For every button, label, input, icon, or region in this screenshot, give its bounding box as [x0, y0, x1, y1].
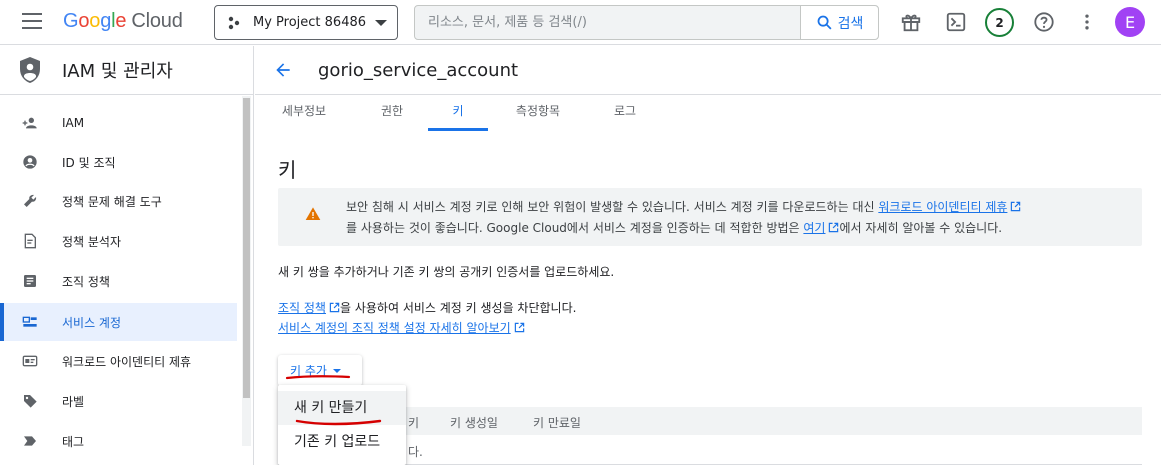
- warning-text: 보안 침해 시 서비스 계정 키로 인해 보안 위험이 발생할 수 있습니다. …: [346, 197, 1136, 239]
- org-policy-link[interactable]: 조직 정책: [278, 301, 326, 315]
- add-key-button[interactable]: 키 추가: [278, 355, 362, 386]
- search-button-label: 검색: [837, 15, 864, 32]
- search-icon: [817, 15, 832, 30]
- page-header: gorio_service_account: [255, 46, 1161, 95]
- external-link-icon: [829, 222, 839, 233]
- logo-letter: g: [100, 10, 112, 32]
- avatar[interactable]: E: [1115, 7, 1145, 37]
- external-link-icon: [1011, 201, 1021, 212]
- person-add-icon: [22, 115, 38, 131]
- logo-suffix: Cloud: [131, 10, 183, 32]
- chevron-down-icon: [375, 19, 387, 26]
- section-title: 키: [278, 158, 297, 182]
- logo-letter: o: [78, 10, 90, 32]
- column-header-key: 키: [408, 416, 420, 430]
- learn-more-link[interactable]: 서비스 계정의 조직 정책 설정 자세히 알아보기: [278, 321, 511, 335]
- shield-icon: [20, 57, 40, 83]
- external-link-icon: [329, 302, 340, 313]
- sidebar: IAM 및 관리자 IAM ID 및 조직 정책 문제 해결 도구 정책 분석자…: [0, 46, 254, 465]
- tag-icon: [22, 433, 38, 449]
- warning-banner: 보안 침해 시 서비스 계정 키로 인해 보안 위험이 발생할 수 있습니다. …: [278, 188, 1142, 246]
- chevron-down-icon: [332, 368, 341, 373]
- tab-keys[interactable]: 키: [428, 95, 488, 131]
- policy-doc-icon: [22, 233, 38, 249]
- policy-line: 조직 정책 을 사용하여 서비스 계정 키 생성을 차단합니다.: [278, 299, 576, 316]
- add-key-menu: 새 키 만들기 기존 키 업로드: [278, 385, 406, 465]
- id-card-icon: [22, 353, 38, 369]
- learn-more-line: 서비스 계정의 조직 정책 설정 자세히 알아보기: [278, 319, 525, 336]
- back-arrow-icon[interactable]: [273, 60, 293, 80]
- search-button[interactable]: 검색: [800, 6, 878, 39]
- sidebar-item-identity-org[interactable]: ID 및 조직: [0, 143, 237, 181]
- google-cloud-logo[interactable]: Google Cloud: [63, 10, 183, 33]
- tab-permissions[interactable]: 권한: [359, 95, 425, 131]
- logo-letter: G: [63, 10, 79, 32]
- logo-letter: e: [115, 10, 127, 32]
- add-key-label: 키 추가: [290, 364, 327, 378]
- search-bar: 검색: [414, 5, 879, 40]
- warning-text-part: 를 사용하는 것이 좋습니다. Google Cloud에서 서비스 계정을 인…: [346, 221, 804, 235]
- list-doc-icon: [22, 273, 38, 289]
- table-empty-row: 다.: [278, 435, 1142, 465]
- help-icon[interactable]: [1032, 10, 1056, 34]
- menu-item-upload-existing-key[interactable]: 기존 키 업로드: [278, 425, 406, 459]
- sidebar-item-tags[interactable]: 태그: [0, 422, 237, 460]
- tab-logs[interactable]: 로그: [595, 95, 655, 131]
- workload-identity-link[interactable]: 워크로드 아이덴티티 제휴: [878, 200, 1007, 214]
- warning-icon: [305, 207, 321, 220]
- intro-text: 새 키 쌍을 추가하거나 기존 키 쌍의 공개키 인증서를 업로드하세요.: [278, 265, 615, 279]
- policy-text: 을 사용하여 서비스 계정 키 생성을 차단합니다.: [339, 301, 577, 315]
- sidebar-item-label: 정책 분석자: [62, 234, 122, 249]
- empty-row-text: 다.: [408, 445, 423, 459]
- logo-letter: o: [89, 10, 101, 32]
- top-bar: GoogleCloud My Project 86486 검색 2 E: [0, 0, 1161, 45]
- tab-details[interactable]: 세부정보: [267, 95, 341, 131]
- sidebar-item-label: 라벨: [62, 394, 85, 409]
- sidebar-item-policy-analyzer[interactable]: 정책 분석자: [0, 222, 237, 260]
- column-header-expires: 키 만료일: [533, 416, 581, 430]
- sidebar-item-workload-identity[interactable]: 워크로드 아이덴티티 제휴: [0, 342, 237, 380]
- notifications-badge[interactable]: 2: [985, 8, 1014, 37]
- sidebar-scrollbar[interactable]: [243, 98, 250, 398]
- sidebar-item-service-accounts[interactable]: 서비스 계정: [0, 303, 237, 341]
- sidebar-item-label: 워크로드 아이덴티티 제휴: [62, 354, 192, 369]
- sidebar-item-label: IAM: [62, 116, 85, 130]
- label-icon: [22, 393, 38, 409]
- main-menu-icon[interactable]: [22, 13, 42, 29]
- sidebar-item-policy-troubleshooter[interactable]: 정책 문제 해결 도구: [0, 182, 237, 220]
- external-link-icon: [514, 322, 524, 333]
- sidebar-item-label: 조직 정책: [62, 274, 110, 289]
- sidebar-item-labels[interactable]: 라벨: [0, 382, 237, 420]
- column-header-created: 키 생성일: [450, 416, 498, 430]
- service-account-icon: [22, 314, 38, 330]
- project-picker[interactable]: My Project 86486: [214, 5, 398, 40]
- gift-icon[interactable]: [899, 10, 923, 34]
- page-title: gorio_service_account: [318, 59, 519, 81]
- sidebar-item-iam[interactable]: IAM: [0, 104, 237, 142]
- tab-bar: 세부정보 권한 키 측정항목 로그: [255, 95, 1161, 131]
- project-name: My Project 86486: [253, 15, 367, 30]
- sidebar-item-label: ID 및 조직: [62, 155, 116, 170]
- account-circle-icon: [22, 154, 38, 170]
- tab-metrics[interactable]: 측정항목: [501, 95, 575, 131]
- here-link[interactable]: 여기: [803, 221, 825, 235]
- menu-item-create-new-key[interactable]: 새 키 만들기: [278, 391, 406, 425]
- sidebar-title: IAM 및 관리자: [62, 61, 173, 82]
- sidebar-item-label: 정책 문제 해결 도구: [62, 194, 162, 209]
- sidebar-item-label: 태그: [62, 434, 85, 449]
- warning-text-part: 보안 침해 시 서비스 계정 키로 인해 보안 위험이 발생할 수 있습니다. …: [346, 200, 879, 214]
- search-input[interactable]: [415, 6, 801, 39]
- cloud-shell-icon[interactable]: [944, 10, 968, 34]
- sidebar-item-org-policies[interactable]: 조직 정책: [0, 262, 237, 300]
- more-vert-icon[interactable]: [1075, 10, 1099, 34]
- sidebar-header: IAM 및 관리자: [0, 46, 253, 95]
- warning-text-part: 에서 자세히 알아볼 수 있습니다.: [839, 221, 1003, 235]
- sidebar-item-label: 서비스 계정: [62, 315, 122, 330]
- keys-table-header: 키 키 생성일 키 만료일: [278, 407, 1142, 435]
- wrench-icon: [22, 193, 38, 209]
- project-dots-icon: [228, 16, 240, 29]
